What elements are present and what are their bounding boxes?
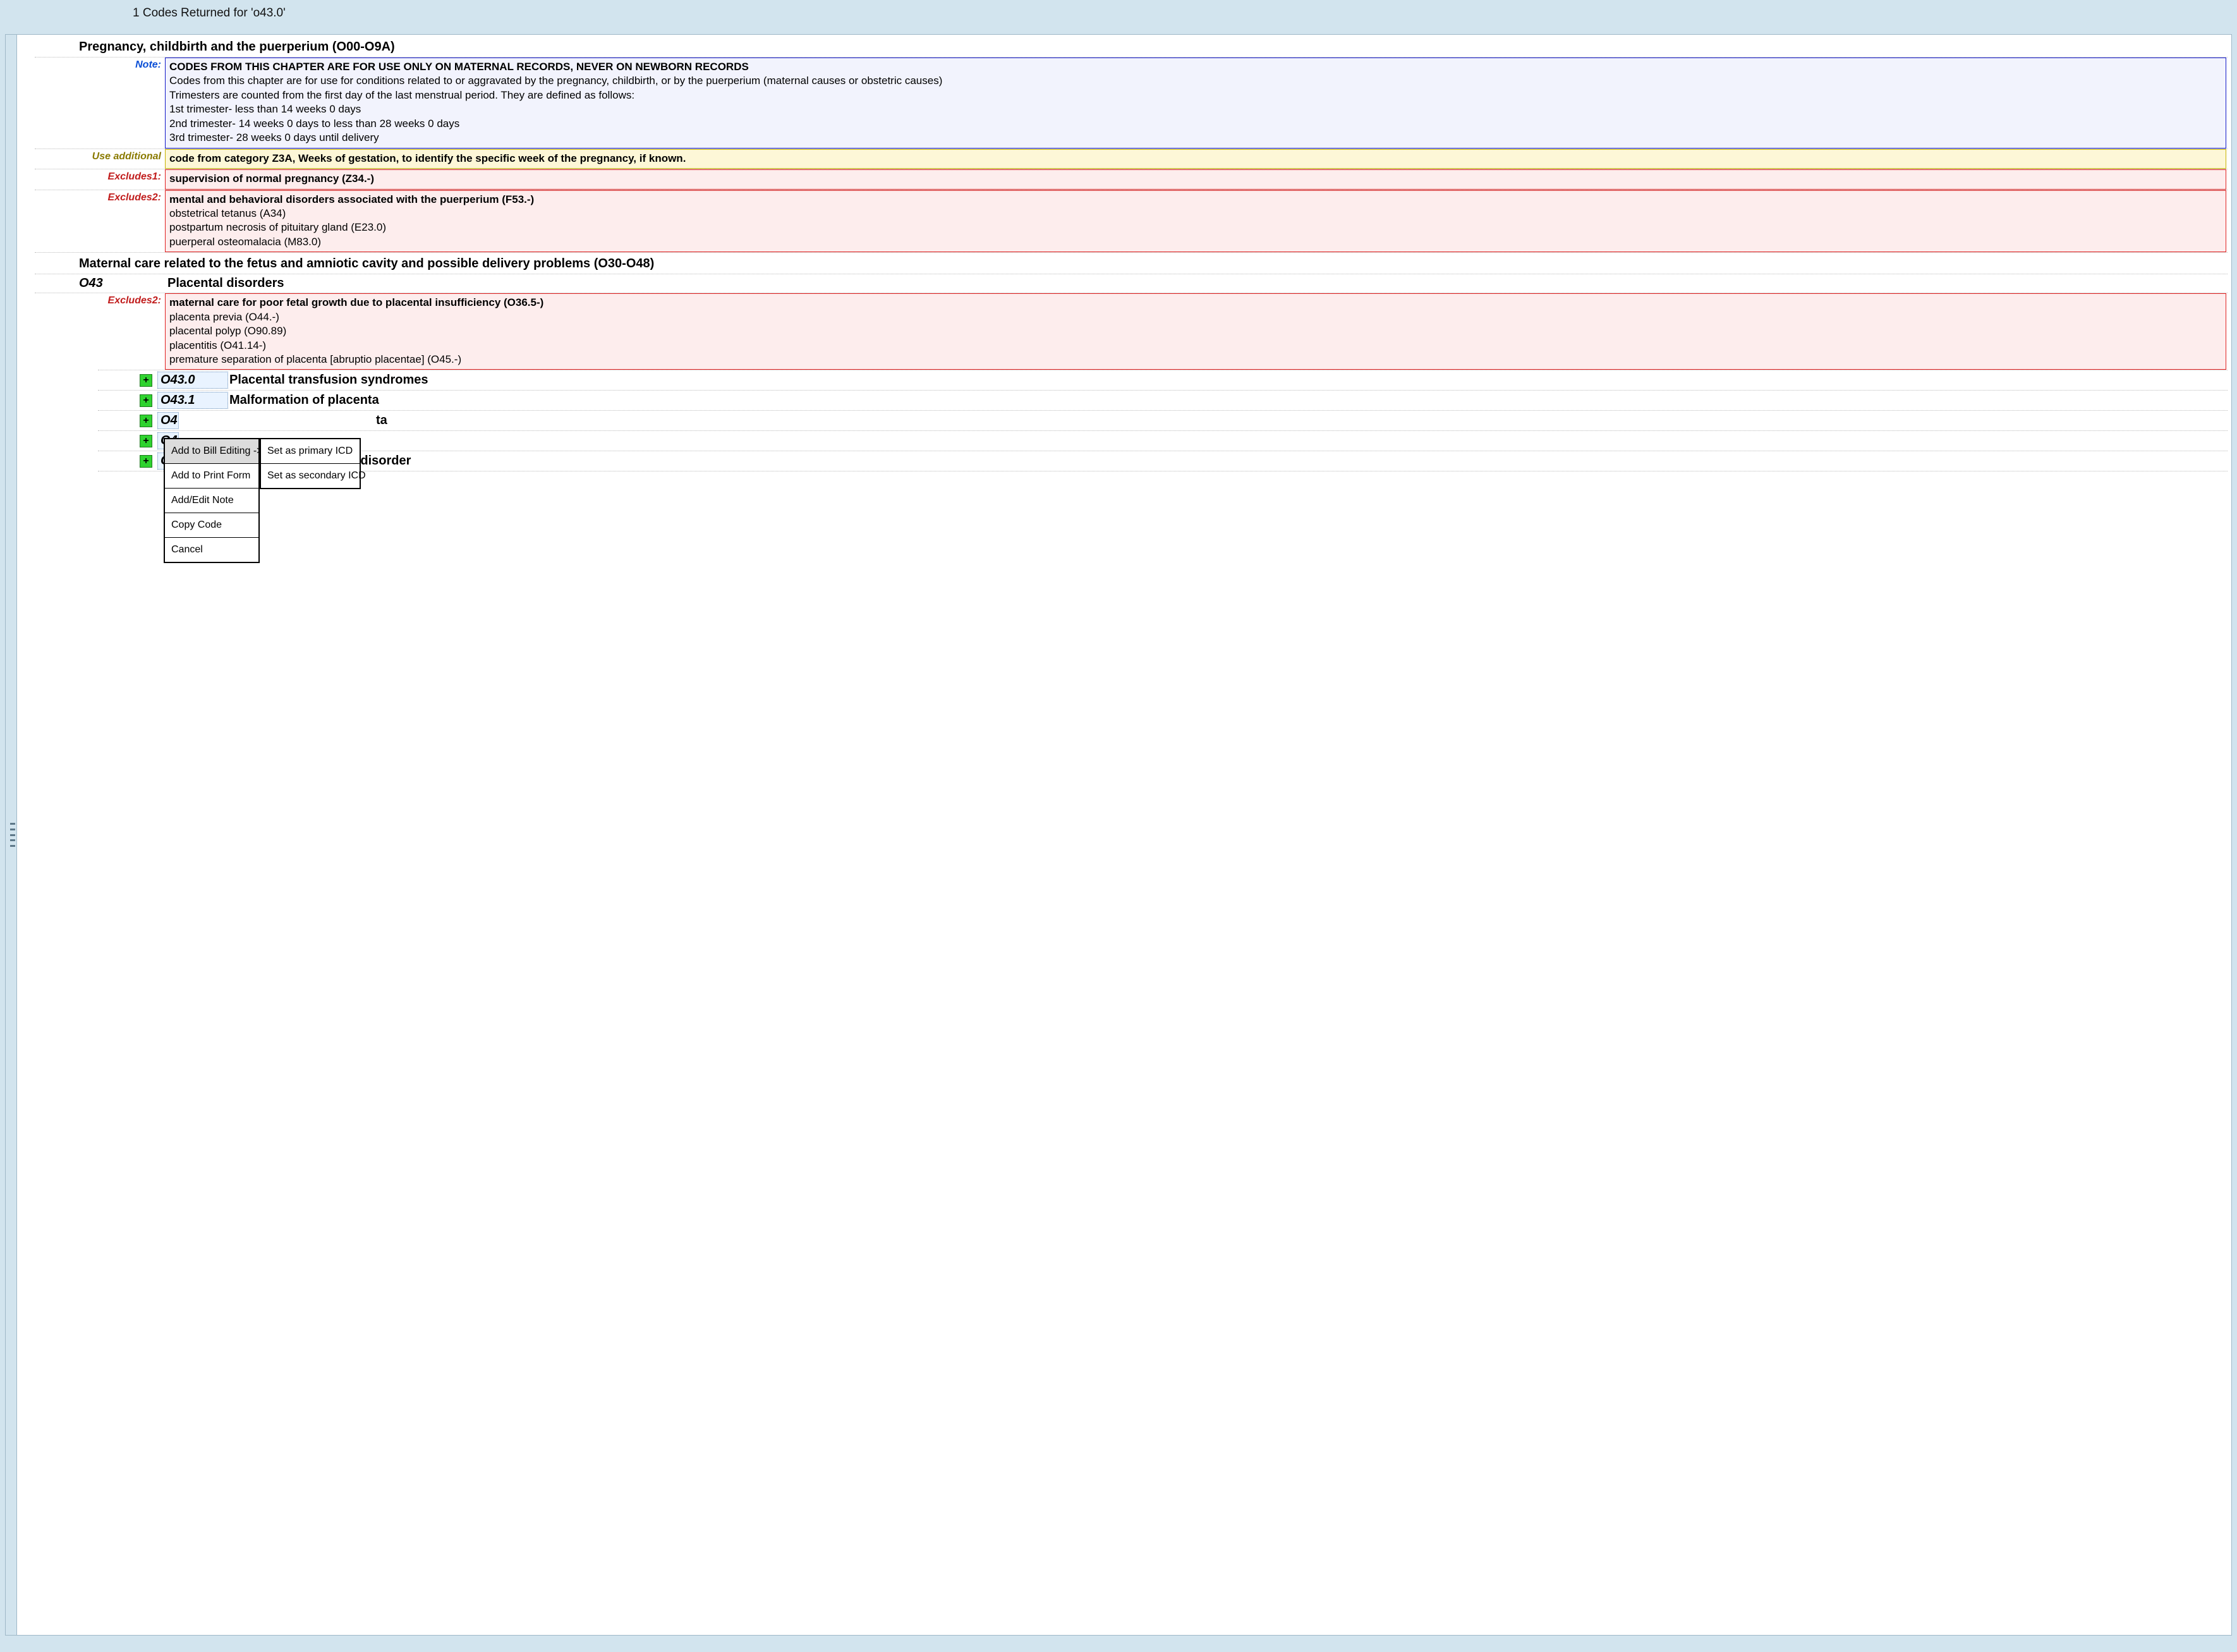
subcode-row-o43-4[interactable]: + O4 fied placental disorder [140,451,2228,471]
note-box: CODES FROM THIS CHAPTER ARE FOR USE ONLY… [165,58,2226,149]
expand-icon[interactable]: + [140,415,152,427]
excludes2-line: maternal care for poor fetal growth due … [169,296,2222,310]
excludes1-text: supervision of normal pregnancy (Z34.-) [169,173,374,185]
excludes1-row: Excludes1: supervision of normal pregnan… [35,169,2228,189]
subcode-row-o43-1[interactable]: + O43.1 Malformation of placenta [140,391,2228,410]
ctx-set-secondary-icd[interactable]: Set as secondary ICD [261,464,360,488]
excludes2-row: Excludes2: mental and behavioral disorde… [35,190,2228,253]
ctx-add-to-print-form[interactable]: Add to Print Form [165,464,258,489]
code-row-o43[interactable]: O43 Placental disorders [79,274,2228,293]
note-line: Codes from this chapter are for use for … [169,74,2222,88]
panel-resize-handle[interactable] [6,35,17,1635]
excludes2-line: placental polyp (O90.89) [169,324,2222,338]
chapter-title: Pregnancy, childbirth and the puerperium… [79,40,2228,54]
excludes2-label: Excludes2: [35,190,165,253]
excludes2-row-o43: Excludes2: maternal care for poor fetal … [35,293,2228,370]
context-menu-wrap: Add to Bill Editing -> Add to Print Form… [164,438,260,563]
excludes2-line: postpartum necrosis of pituitary gland (… [169,221,2222,234]
expand-icon[interactable]: + [140,435,152,447]
note-line: 3rd trimester- 28 weeks 0 days until del… [169,131,2222,145]
expand-icon[interactable]: + [140,455,152,468]
excludes2-box: mental and behavioral disorders associat… [165,190,2226,253]
expand-icon[interactable]: + [140,374,152,387]
note-line: 2nd trimester- 14 weeks 0 days to less t… [169,117,2222,131]
context-menu: Add to Bill Editing -> Add to Print Form… [164,438,260,563]
subcode-label-tail: ta [376,413,387,428]
excludes2-box: maternal care for poor fetal growth due … [165,293,2226,370]
subcode-id: O43.0 [157,372,228,389]
subcode-id: O43.1 [157,392,228,409]
ctx-set-primary-icd[interactable]: Set as primary ICD [261,439,360,464]
use-additional-label: Use additional [35,149,165,169]
note-bold-line: CODES FROM THIS CHAPTER ARE FOR USE ONLY… [169,60,2222,74]
subcode-label: Malformation of placenta [229,393,379,408]
results-content: Pregnancy, childbirth and the puerperium… [17,35,2231,1635]
use-additional-box: code from category Z3A, Weeks of gestati… [165,149,2226,169]
ctx-add-to-bill-editing[interactable]: Add to Bill Editing -> [165,439,258,464]
excludes1-label: Excludes1: [35,169,165,189]
excludes2-line: placentitis (O41.14-) [169,339,2222,353]
context-submenu: Set as primary ICD Set as secondary ICD [260,438,361,489]
excludes2-line: obstetrical tetanus (A34) [169,207,2222,221]
ctx-add-edit-note[interactable]: Add/Edit Note [165,489,258,513]
results-frame: Pregnancy, childbirth and the puerperium… [5,34,2232,1636]
ctx-cancel[interactable]: Cancel [165,538,258,562]
results-header: 1 Codes Returned for 'o43.0' [0,0,2237,34]
subcode-row-o43-3[interactable]: + O4 [140,431,2228,451]
excludes2-line: mental and behavioral disorders associat… [169,193,2222,207]
code-id: O43 [79,276,167,291]
use-additional-row: Use additional code from category Z3A, W… [35,149,2228,169]
subcode-row-o43-0[interactable]: + O43.0 Placental transfusion syndromes [140,370,2228,390]
expand-icon[interactable]: + [140,394,152,407]
excludes2-line: puerperal osteomalacia (M83.0) [169,235,2222,249]
note-line: 1st trimester- less than 14 weeks 0 days [169,102,2222,116]
excludes2-line: placenta previa (O44.-) [169,310,2222,324]
excludes1-box: supervision of normal pregnancy (Z34.-) [165,169,2226,189]
excludes2-label: Excludes2: [35,293,165,370]
section-title: Maternal care related to the fetus and a… [79,257,2228,271]
grip-icon [10,823,13,847]
note-line: Trimesters are counted from the first da… [169,88,2222,102]
excludes2-line: premature separation of placenta [abrupt… [169,353,2222,367]
note-label: Note: [35,58,165,149]
ctx-copy-code[interactable]: Copy Code [165,513,258,538]
note-row: Note: CODES FROM THIS CHAPTER ARE FOR US… [35,58,2228,149]
subcode-row-o43-2[interactable]: + O4 ta [140,411,2228,430]
code-label: Placental disorders [167,276,284,291]
subcode-id: O4 [157,412,179,429]
subcode-label: Placental transfusion syndromes [229,373,428,387]
